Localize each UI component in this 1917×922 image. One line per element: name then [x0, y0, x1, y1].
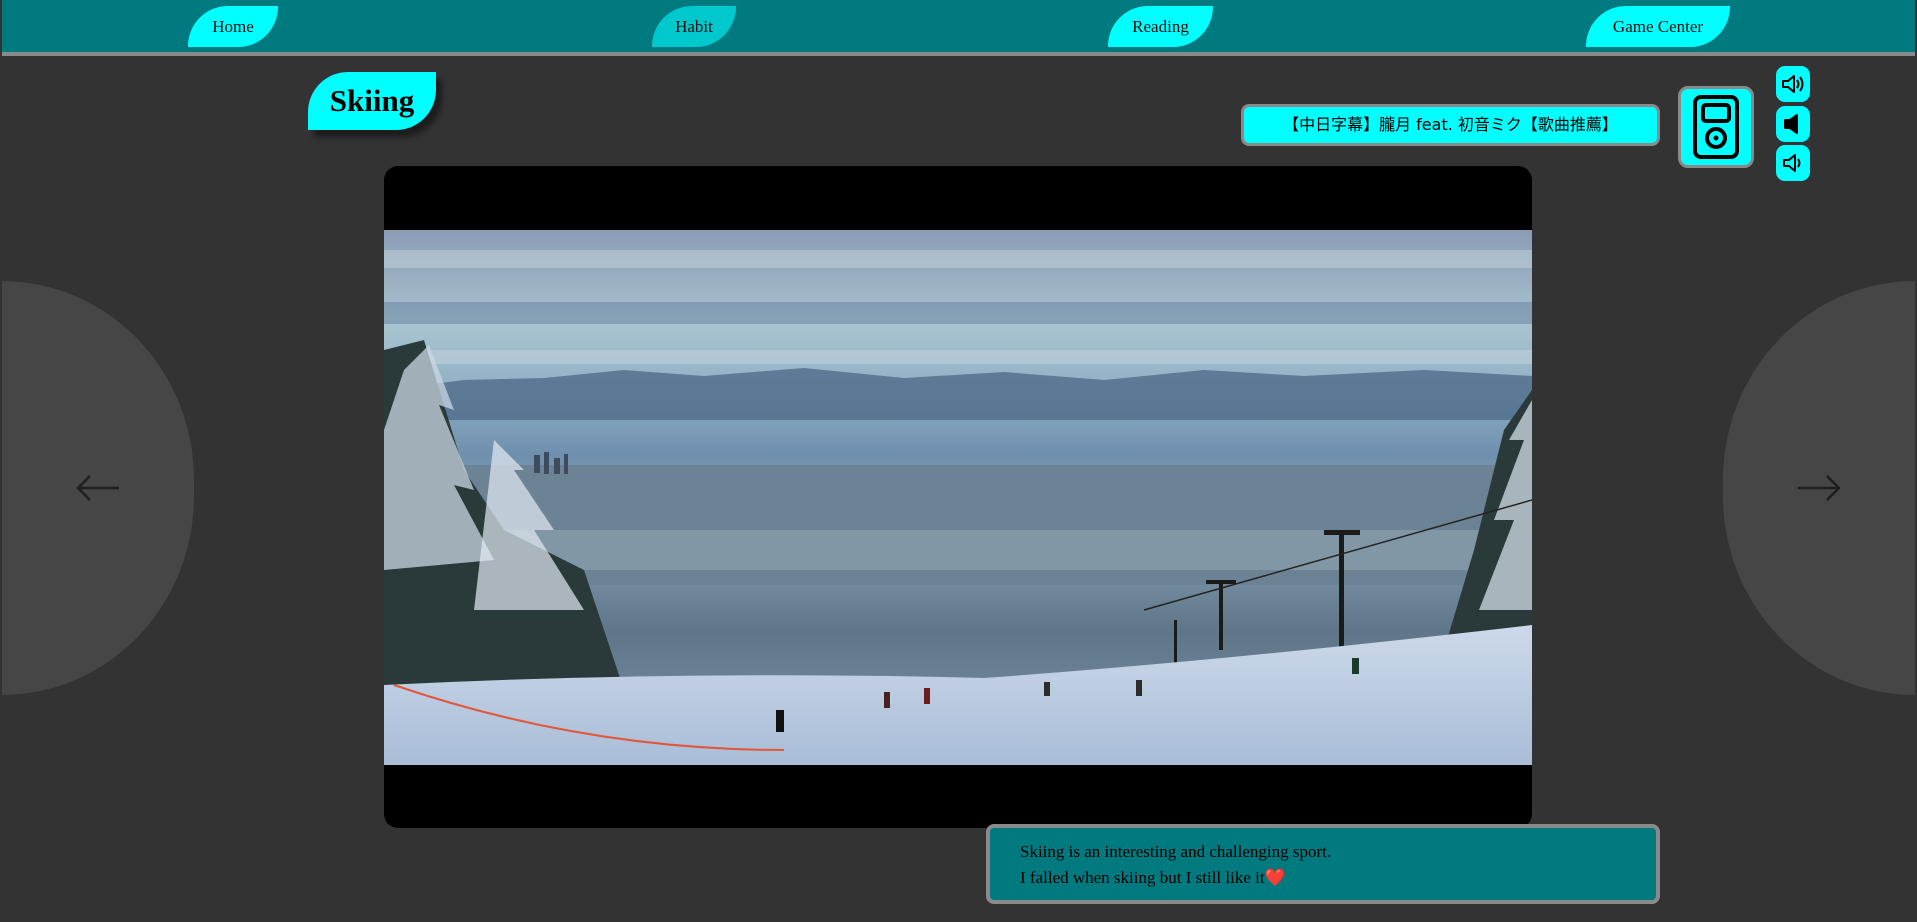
song-title: 【中日字幕】朧月 feat. 初音ミク【歌曲推薦】 [1241, 104, 1660, 146]
tab-reading[interactable]: Reading [1108, 6, 1213, 47]
volume-up-button[interactable] [1776, 66, 1810, 102]
arrow-right-icon [1798, 475, 1841, 501]
tab-habit[interactable]: Habit [652, 6, 736, 47]
ski-slope-video-frame [384, 230, 1532, 765]
top-navbar: Home Habit Reading Game Center [2, 0, 1915, 56]
page-title: Skiing [308, 72, 436, 130]
volume-mute-button[interactable] [1776, 106, 1810, 142]
caption-line-1: Skiing is an interesting and challenging… [1020, 842, 1332, 861]
volume-down-icon [1783, 154, 1801, 172]
video-player[interactable] [384, 166, 1532, 828]
music-player-icon [1693, 95, 1739, 159]
tab-home[interactable]: Home [188, 6, 278, 47]
volume-down-button[interactable] [1776, 145, 1810, 181]
next-slide-button[interactable] [1723, 281, 1915, 695]
caption-line-2: I falled when skiing but I still like it… [1020, 865, 1656, 891]
prev-slide-button[interactable] [2, 281, 194, 695]
volume-mute-icon [1784, 114, 1798, 134]
volume-up-icon [1782, 75, 1804, 93]
music-player-button[interactable] [1678, 86, 1754, 168]
caption-line-2-text: I falled when skiing but I still like it [1020, 868, 1265, 887]
tab-game-center[interactable]: Game Center [1586, 6, 1730, 47]
heart-icon: ❤️ [1264, 868, 1286, 887]
caption-box: Skiing is an interesting and challenging… [986, 824, 1660, 904]
arrow-left-icon [76, 475, 119, 501]
